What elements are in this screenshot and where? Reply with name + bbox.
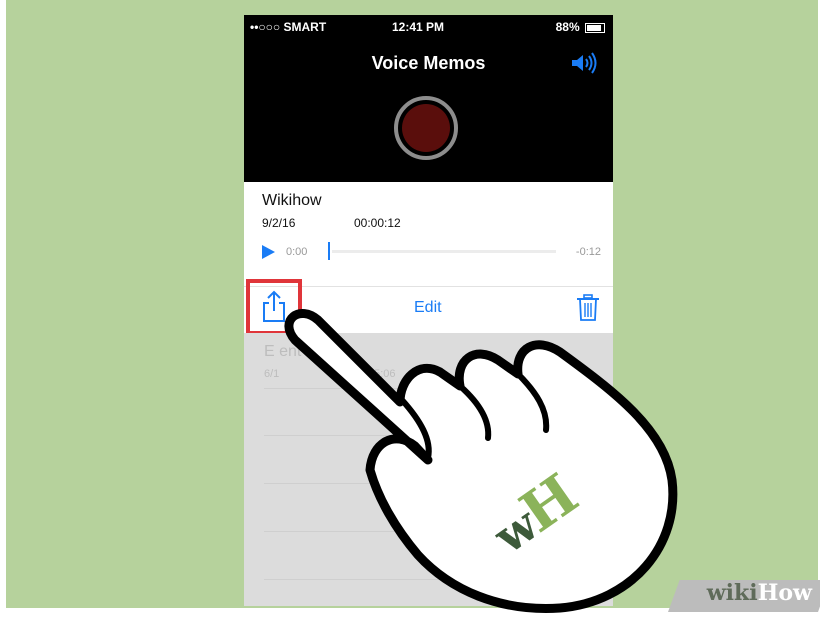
record-button[interactable] xyxy=(394,96,458,160)
divider xyxy=(264,579,613,580)
page-title: Voice Memos xyxy=(371,53,486,73)
trash-icon xyxy=(577,294,599,321)
memo-date: 9/2/16 xyxy=(262,216,296,230)
edit-button[interactable]: Edit xyxy=(414,299,442,317)
memo-duration: 00:00:12 xyxy=(354,216,401,230)
carrier-signal: ••○○○ SMART xyxy=(250,20,327,34)
remaining-time: -0:12 xyxy=(575,246,601,258)
divider xyxy=(264,531,613,532)
memo-item-title[interactable]: E ent xyxy=(264,343,301,361)
trash-button[interactable] xyxy=(575,293,601,328)
battery-icon xyxy=(585,22,605,33)
selected-memo[interactable]: Wikihow 9/2/16 00:00:12 0:00 -0:12 xyxy=(244,182,613,286)
scrubber-handle[interactable] xyxy=(328,242,330,260)
phone-screen: ••○○○ SMART 12:41 PM 88% Voice Memos Wik… xyxy=(244,15,613,606)
recorder-header: ••○○○ SMART 12:41 PM 88% Voice Memos xyxy=(244,15,613,182)
divider xyxy=(264,483,613,484)
play-icon[interactable] xyxy=(262,245,275,259)
speaker-icon[interactable] xyxy=(569,51,599,75)
memo-item-duration: 15:06 xyxy=(368,368,396,380)
watermark: wikiHow xyxy=(658,580,820,620)
watermark-part2: How xyxy=(757,580,812,606)
status-bar: ••○○○ SMART 12:41 PM 88% xyxy=(244,15,613,37)
battery-percent: 88% xyxy=(555,20,580,34)
memo-list: E ent 6/1 15:06 xyxy=(244,333,613,606)
share-icon xyxy=(263,290,285,322)
divider xyxy=(264,388,613,389)
memo-action-bar: Edit xyxy=(244,279,613,335)
share-button[interactable] xyxy=(246,279,302,335)
divider xyxy=(264,435,613,436)
memo-item-date: 6/1 xyxy=(264,368,280,380)
memo-title: Wikihow xyxy=(262,192,322,209)
status-time: 12:41 PM xyxy=(392,20,445,34)
watermark-text: wikiHow xyxy=(707,580,812,606)
elapsed-time: 0:00 xyxy=(286,246,308,258)
watermark-part1: wiki xyxy=(706,580,758,606)
scrubber-track[interactable] xyxy=(332,250,556,253)
battery-indicator: 88% xyxy=(556,20,605,34)
record-icon xyxy=(402,104,450,152)
